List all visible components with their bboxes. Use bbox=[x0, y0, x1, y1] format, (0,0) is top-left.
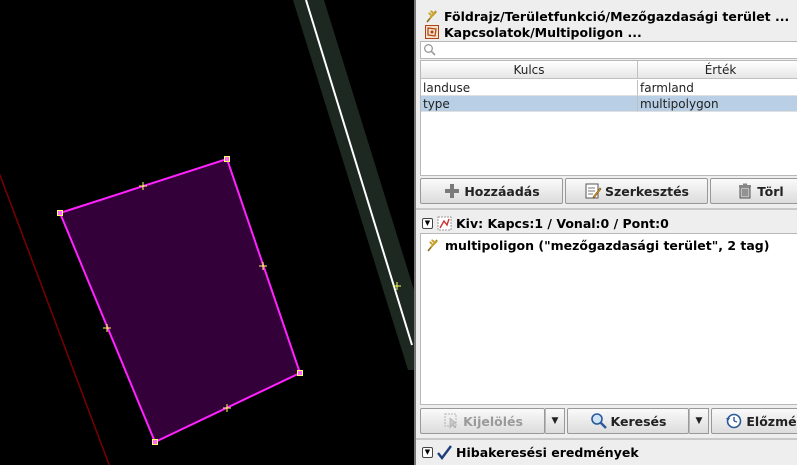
chevron-down-icon: ▼ bbox=[695, 416, 703, 426]
trash-icon bbox=[739, 183, 752, 199]
select-cursor-icon bbox=[444, 413, 457, 429]
add-tag-label: Hozzáadás bbox=[464, 183, 540, 199]
tag-key: type bbox=[421, 96, 638, 112]
magnifier-icon bbox=[590, 413, 607, 429]
preset-label: Földrajz/Területfunkció/Mezőgazdasági te… bbox=[444, 8, 790, 24]
preset-label: Kapcsolatok/Multipoligon ... bbox=[444, 24, 642, 40]
tag-value: farmland bbox=[638, 80, 797, 96]
selected-multipolygon[interactable] bbox=[58, 157, 302, 444]
tag-key: landuse bbox=[421, 80, 638, 96]
multipolygon-relation-icon bbox=[425, 25, 439, 39]
history-button[interactable]: Előzmé bbox=[711, 408, 797, 434]
checkmark-icon bbox=[437, 444, 452, 460]
history-icon bbox=[726, 413, 742, 429]
edit-tag-label: Szerkesztés bbox=[605, 183, 689, 199]
delete-tag-label: Törl bbox=[757, 183, 784, 199]
selection-summary: Kiv: Kapcs:1 / Vonal:0 / Pont:0 bbox=[456, 215, 669, 231]
select-button[interactable]: Kijelölés bbox=[420, 408, 545, 434]
selection-list[interactable]: multipoligon ("mezőgazdasági terület", 2… bbox=[420, 233, 797, 405]
map-view[interactable] bbox=[0, 0, 414, 465]
collapse-icon[interactable]: ▼ bbox=[422, 446, 433, 458]
search-icon bbox=[424, 44, 436, 56]
column-header-value[interactable]: Érték bbox=[638, 61, 797, 79]
tag-table[interactable]: Kulcs Érték landuse farmland type multip… bbox=[420, 60, 797, 176]
selected-object-label: multipoligon ("mezőgazdasági terület", 2… bbox=[445, 237, 770, 253]
validation-title: Hibakeresési eredmények bbox=[456, 444, 639, 460]
road-casing bbox=[293, 0, 414, 370]
history-label: Előzmé bbox=[746, 413, 797, 429]
polygon-vertex[interactable] bbox=[57, 210, 63, 216]
list-item[interactable]: multipoligon ("mezőgazdasági terület", 2… bbox=[425, 237, 769, 253]
tag-filter-input[interactable] bbox=[420, 41, 797, 59]
select-dropdown[interactable]: ▼ bbox=[545, 408, 565, 434]
polygon-vertex[interactable] bbox=[297, 370, 303, 376]
search-button[interactable]: Keresés bbox=[567, 408, 689, 434]
chevron-down-icon: ▼ bbox=[551, 416, 559, 426]
search-dropdown[interactable]: ▼ bbox=[689, 408, 709, 434]
edit-tag-button[interactable]: Szerkesztés bbox=[565, 178, 708, 204]
table-row[interactable]: landuse farmland bbox=[421, 80, 797, 96]
polygon-vertex[interactable] bbox=[152, 439, 158, 445]
selection-icon bbox=[437, 216, 452, 230]
collapse-icon[interactable]: ▼ bbox=[422, 217, 433, 229]
add-tag-button[interactable]: Hozzáadás bbox=[420, 178, 563, 204]
polygon-vertex[interactable] bbox=[224, 156, 230, 162]
search-label: Keresés bbox=[610, 413, 667, 429]
selection-panel-title[interactable]: ▼ Kiv: Kapcs:1 / Vonal:0 / Pont:0 bbox=[422, 214, 669, 232]
road-line[interactable] bbox=[305, 0, 413, 346]
tag-value: multipolygon bbox=[638, 96, 797, 112]
table-row[interactable]: type multipolygon bbox=[421, 96, 797, 112]
preset-farmland[interactable]: Földrajz/Területfunkció/Mezőgazdasági te… bbox=[424, 8, 789, 24]
panel-divider[interactable] bbox=[416, 438, 797, 440]
plus-icon bbox=[445, 184, 460, 198]
preset-multipolygon[interactable]: Kapcsolatok/Multipoligon ... bbox=[424, 24, 642, 40]
map-canvas[interactable] bbox=[0, 0, 414, 465]
farmland-icon bbox=[427, 239, 438, 252]
validation-panel-title[interactable]: ▼ Hibakeresési eredmények bbox=[422, 443, 639, 461]
properties-panel: Földrajz/Területfunkció/Mezőgazdasági te… bbox=[414, 0, 797, 465]
select-label: Kijelölés bbox=[463, 413, 523, 429]
panel-divider[interactable] bbox=[416, 208, 797, 210]
edit-icon bbox=[585, 183, 602, 199]
delete-tag-button[interactable]: Törl bbox=[710, 178, 797, 204]
farmland-icon bbox=[426, 10, 437, 23]
column-header-key[interactable]: Kulcs bbox=[421, 61, 638, 79]
